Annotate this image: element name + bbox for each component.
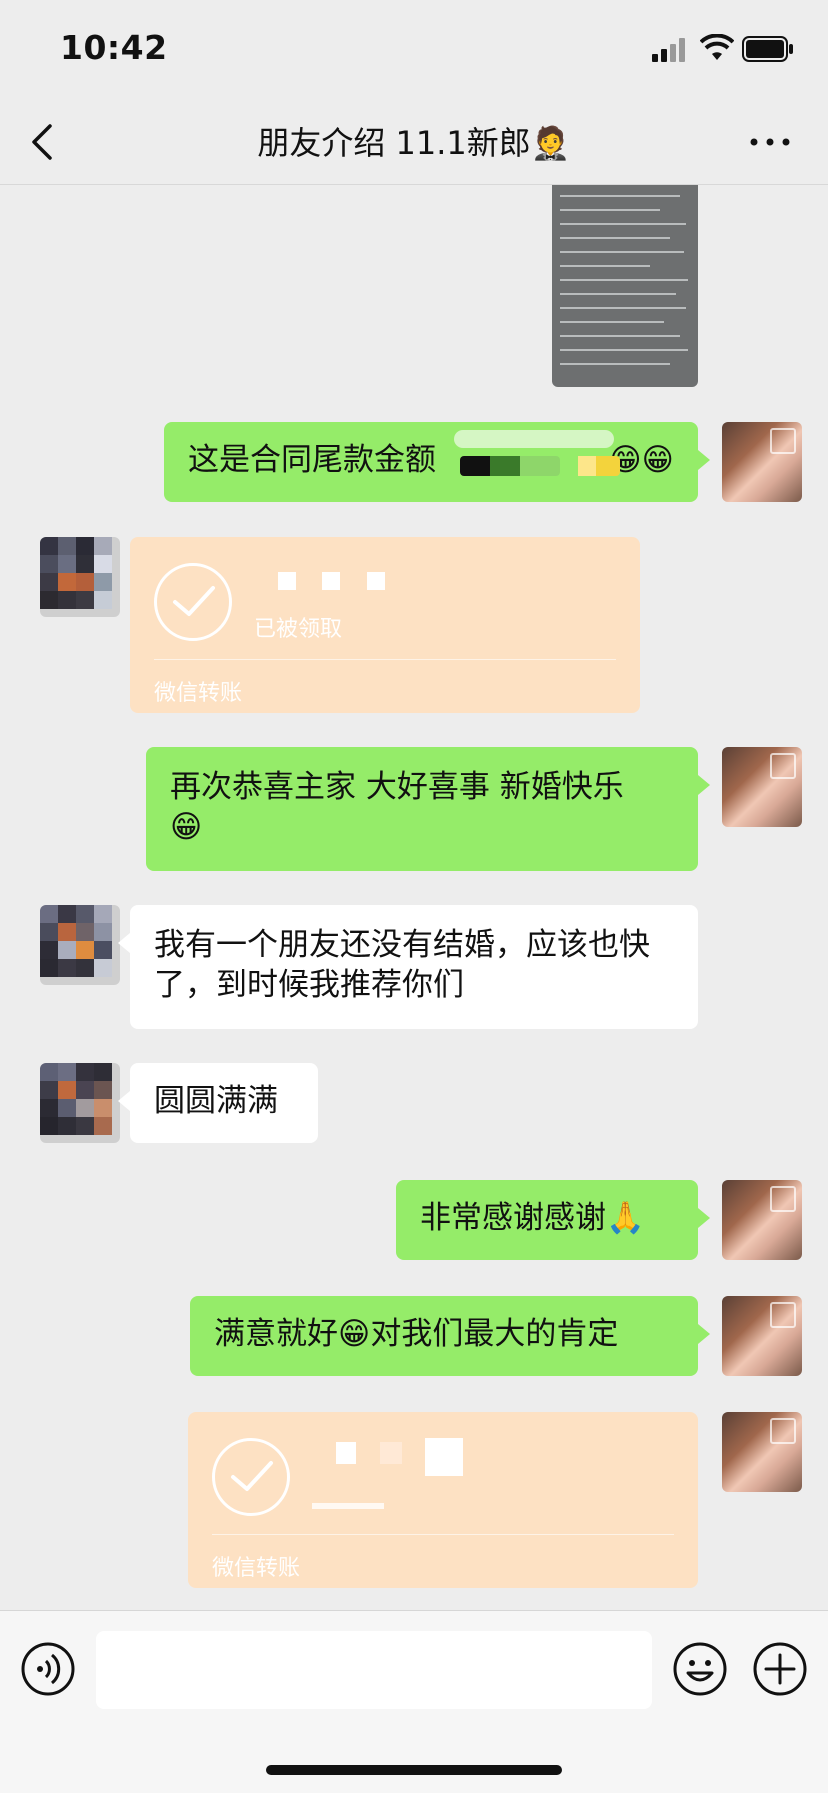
- plus-icon[interactable]: [752, 1641, 808, 1697]
- message-emoji: 😁: [170, 809, 203, 845]
- transfer-status: 已被领取: [254, 617, 343, 642]
- transfer-amount-redacted: [254, 567, 385, 597]
- my-avatar[interactable]: [722, 1180, 802, 1260]
- message-input[interactable]: [96, 1631, 652, 1709]
- received-check-icon: [212, 1438, 290, 1516]
- redacted-amount: [460, 456, 560, 476]
- message-bubble-sent[interactable]: 这是合同尾款金额 😁😁: [164, 422, 710, 502]
- transfer-divider: [154, 659, 616, 660]
- message-text: 非常感谢感谢: [420, 1200, 606, 1236]
- battery-icon: [742, 36, 793, 62]
- home-indicator[interactable]: [266, 1765, 562, 1775]
- transfer-caption: 微信转账: [212, 1556, 301, 1581]
- message-text: 这是合同尾款金额: [188, 442, 436, 478]
- my-avatar[interactable]: [722, 1296, 802, 1376]
- wifi-icon: [700, 34, 734, 60]
- my-avatar[interactable]: [722, 422, 802, 502]
- message-bubble-received[interactable]: 圆圆满满: [118, 1063, 318, 1143]
- voice-icon[interactable]: [20, 1641, 76, 1697]
- transfer-status-redacted: [312, 1490, 384, 1515]
- message-bubble-received[interactable]: 我有一个朋友还没有结婚，应该也快了，到时候我推荐你们: [118, 905, 698, 1029]
- message-bubble-sent[interactable]: 非常感谢感谢🙏: [396, 1180, 710, 1260]
- status-time: 10:42: [60, 28, 168, 67]
- message-bubble-sent[interactable]: 再次恭喜主家 大好喜事 新婚快乐 😁: [146, 747, 710, 871]
- chat-message-list[interactable]: 这是合同尾款金额 😁😁 已被领取 微信转账 再次恭喜主家 大好喜事 新婚快乐 😁: [0, 185, 828, 1610]
- status-bar: 10:42: [0, 0, 828, 100]
- message-emoji: 😁: [338, 1316, 371, 1352]
- redacted-amount: [560, 456, 620, 476]
- received-check-icon: [154, 563, 232, 641]
- document-image-message[interactable]: [552, 185, 698, 387]
- input-bar: [0, 1610, 828, 1793]
- message-text: 我有一个朋友还没有结婚，应该也快了，到时候我推荐你们: [154, 927, 650, 1003]
- wechat-transfer-card[interactable]: 已被领取 微信转账: [130, 537, 640, 713]
- contact-avatar[interactable]: [40, 905, 120, 985]
- message-bubble-sent[interactable]: 满意就好😁对我们最大的肯定: [190, 1296, 710, 1376]
- transfer-caption: 微信转账: [154, 681, 243, 706]
- wechat-transfer-card[interactable]: 微信转账: [188, 1412, 698, 1588]
- message-text: 对我们最大的肯定: [370, 1316, 619, 1352]
- message-text: 满意就好: [214, 1316, 338, 1352]
- message-text: 再次恭喜主家 大好喜事 新婚快乐: [170, 769, 624, 805]
- chat-title: 朋友介绍 11.1新郎🤵: [0, 118, 828, 164]
- contact-avatar[interactable]: [40, 1063, 120, 1143]
- my-avatar[interactable]: [722, 1412, 802, 1492]
- message-emoji: 🙏: [606, 1200, 645, 1236]
- my-avatar[interactable]: [722, 747, 802, 827]
- chat-title-text: 朋友介绍 11.1新郎: [257, 124, 531, 162]
- cellular-signal-icon: [652, 38, 685, 62]
- emoji-icon[interactable]: [672, 1641, 728, 1697]
- chat-header: 朋友介绍 11.1新郎🤵: [0, 100, 828, 185]
- redacted-amount: [454, 430, 614, 448]
- transfer-amount-redacted: [312, 1438, 463, 1476]
- message-text: 圆圆满满: [154, 1083, 278, 1119]
- contact-avatar[interactable]: [40, 537, 120, 617]
- groom-emoji: 🤵: [530, 124, 571, 162]
- more-options-icon[interactable]: [748, 130, 792, 154]
- transfer-divider: [212, 1534, 674, 1535]
